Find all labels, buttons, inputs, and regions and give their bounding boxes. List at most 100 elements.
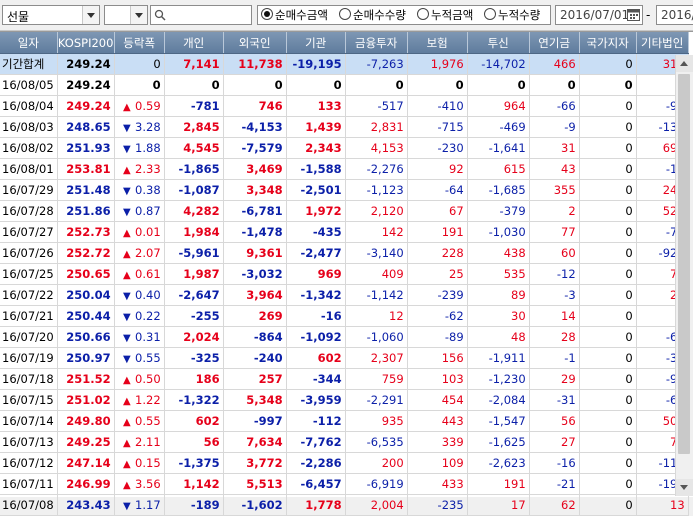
radio-cumulative-amount[interactable]: 누적금액 [417,7,473,23]
table-row[interactable]: 16/08/02 251.93 ▼ 1.88 4,545 -7,579 2,343 4,153… [0,137,689,159]
radio-cumulative-quantity[interactable]: 누적수량 [484,7,540,23]
start-date-input[interactable]: 2016/07/01 [555,5,643,25]
col-header[interactable]: KOSPI200 [57,32,115,54]
end-date-input[interactable]: 2016/ [656,5,693,25]
table-row[interactable]: 16/07/27 252.73 ▲ 0.01 1,984 -1,478 -435 142 191… [0,221,689,243]
pension-fund-cell: 56 [529,410,580,432]
change-cell: ▲ 1.22 [114,389,165,411]
table-row[interactable]: 16/07/11 246.99 ▲ 3.56 1,142 5,513 -6,457 -6,91… [0,473,689,495]
table-row[interactable]: 16/08/04 249.24 ▲ 0.59 -781 746 133 -517 -410 964… [0,95,689,117]
table-row[interactable]: 16/07/08 243.43 ▼ 1.17 -189 -1,602 1,778 2,004-… [0,494,689,516]
foreign-cell: -240 [223,347,287,369]
table-row[interactable]: 16/08/01 253.81 ▲ 2.33 -1,865 3,469 -1,588 -2,2… [0,158,689,180]
table-row[interactable]: 16/07/18 251.52 ▲ 0.50 186 257 -344 759 103 -1,23… [0,368,689,390]
scroll-down-icon[interactable] [676,479,693,496]
institution-cell: 2,343 [286,137,346,159]
col-header[interactable]: 금융투자 [345,32,408,54]
kospi200-cell: 251.48 [57,179,115,201]
change-cell: ▲ 2.11 [114,431,165,453]
triangle-up-icon: ▲ [123,480,131,491]
government-cell: 0 [579,137,637,159]
search-icon[interactable] [154,9,166,21]
foreign-cell: 257 [223,368,287,390]
foreign-cell: 269 [223,305,287,327]
change-value: 1.17 [135,498,161,512]
table-row[interactable]: 16/08/03 248.65 ▼ 3.28 2,845 -4,153 1,439 2,831… [0,116,689,138]
foreign-cell: 0 [223,74,287,96]
code-select[interactable] [104,5,148,25]
triangle-up-icon: ▲ [123,459,131,470]
government-cell: 0 [579,242,637,264]
col-header[interactable]: 연기금 [529,32,580,54]
triangle-down-icon: ▼ [123,144,131,155]
radio-net-buy-amount[interactable]: 순매수금액 [261,7,328,23]
change-cell: ▲ 0.15 [114,452,165,474]
foreign-cell: -864 [223,326,287,348]
institution-cell: 133 [286,95,346,117]
pension-fund-cell: 31 [529,137,580,159]
financial-investment-cell: -1,142 [345,284,408,306]
period-total-row[interactable]: 기간합계 249.24 0 7,141 11,738 -19,195 -7,263 1,976… [0,53,689,75]
individual-cell: 7,141 [164,53,224,75]
government-cell: 0 [579,74,637,96]
search-input[interactable] [150,5,252,25]
change-cell: ▼ 1.17 [114,494,165,516]
radio-net-buy-quantity[interactable]: 순매수수량 [339,7,406,23]
pension-fund-cell: 466 [529,53,580,75]
col-header[interactable]: 기타법인 [636,32,689,54]
col-header[interactable]: 일자 [0,32,58,54]
market-select[interactable]: 선물 [2,5,100,25]
pension-fund-cell: -21 [529,473,580,495]
table-row[interactable]: 16/07/28 251.86 ▼ 0.87 4,282 -6,781 1,972 2,120… [0,200,689,222]
col-header[interactable]: 국가지자 [579,32,637,54]
col-header[interactable]: 투신 [467,32,530,54]
table-row[interactable]: 16/07/14 249.80 ▲ 0.55 602 -997 -112 935 443 -1,5… [0,410,689,432]
chevron-down-icon[interactable] [130,6,147,24]
financial-investment-cell: -2,276 [345,158,408,180]
change-value: 0.55 [135,351,161,365]
table-row[interactable]: 16/07/21250.44▼0.22-255269-1612-62301402 [0,305,689,327]
individual-cell: 56 [164,431,224,453]
table-row[interactable]: 16/07/29 251.48 ▼ 0.38 -1,087 3,348 -2,501 -1,1… [0,179,689,201]
individual-cell: -189 [164,494,224,516]
investment-trust-cell: -1,547 [467,410,530,432]
table-row[interactable]: 16/07/20 250.66 ▼ 0.31 2,024 -864 -1,092 -1,060… [0,326,689,348]
institution-cell: 1,439 [286,116,346,138]
investment-trust-cell: -1,685 [467,179,530,201]
table-row[interactable]: 16/07/13 249.25 ▲ 2.11 56 7,634 -7,762 -6,535 33… [0,431,689,453]
calendar-icon[interactable] [627,8,640,21]
table-row[interactable]: 16/07/12 247.14 ▲ 0.15 -1,375 3,772 -2,286 200 1… [0,452,689,474]
table-row[interactable]: 16/07/26 252.72 ▲ 2.07 -5,961 9,361 -2,477 -3,1… [0,242,689,264]
kospi200-cell: 250.97 [57,347,115,369]
table-row[interactable]: 16/07/22 250.04 ▼ 0.40 -2,647 3,964 -1,342 -1,1… [0,284,689,306]
insurance-cell: -715 [407,116,468,138]
government-cell: 0 [579,116,637,138]
triangle-down-icon: ▼ [123,333,131,344]
chevron-down-icon[interactable] [82,6,99,24]
col-header[interactable]: 기관 [286,32,346,54]
financial-investment-cell: 200 [345,452,408,474]
table-row[interactable]: 16/07/15 251.02 ▲ 1.22 -1,322 5,348 -3,959 -2,2… [0,389,689,411]
investment-trust-cell: -1,230 [467,368,530,390]
scroll-thumb[interactable] [678,74,690,454]
date-cell: 16/07/27 [0,221,58,243]
triangle-up-icon: ▲ [123,396,131,407]
vertical-scrollbar[interactable] [675,55,693,496]
date-cell: 16/07/08 [0,494,58,516]
col-header[interactable]: 외국인 [223,32,287,54]
table-row[interactable]: 16/07/25 250.65 ▲ 0.61 1,987 -3,032 969 409 25 53… [0,263,689,285]
table-row[interactable]: 16/07/19 250.97 ▼ 0.55 -325 -240 602 2,307 156 -1… [0,347,689,369]
col-header[interactable]: 등락폭 [114,32,165,54]
individual-cell: 1,142 [164,473,224,495]
change-cell: ▲ 0.01 [114,221,165,243]
insurance-cell: -64 [407,179,468,201]
kospi200-cell: 250.44 [57,305,115,327]
col-header[interactable]: 개인 [164,32,224,54]
pension-fund-cell: 27 [529,431,580,453]
col-header[interactable]: 보험 [407,32,468,54]
scroll-up-icon[interactable] [676,55,693,72]
pension-fund-cell: 0 [529,74,580,96]
pension-fund-cell: 77 [529,221,580,243]
start-date-value: 2016/07/01 [560,8,630,22]
table-row[interactable]: 16/08/05249.240000000000 [0,74,689,96]
